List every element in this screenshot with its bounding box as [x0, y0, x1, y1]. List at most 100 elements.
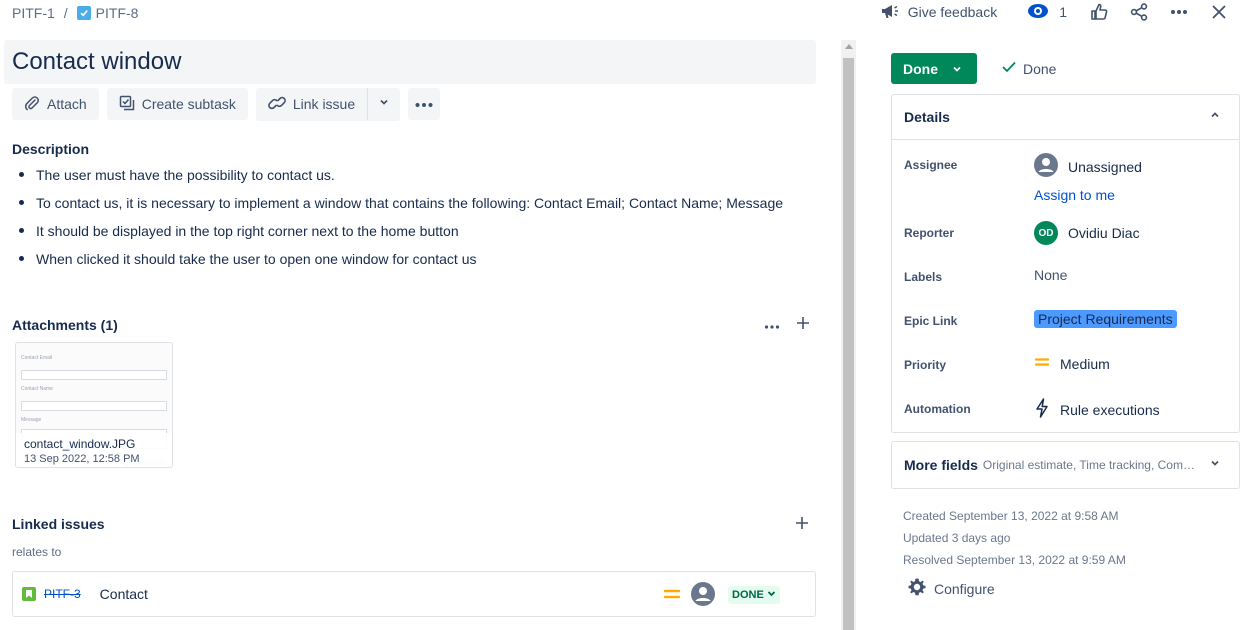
priority-medium-icon	[663, 587, 681, 606]
priority-medium-icon	[1034, 355, 1050, 372]
toolbar-more-button[interactable]	[408, 88, 441, 120]
more-icon	[414, 95, 434, 113]
configure-button[interactable]: Configure	[907, 577, 995, 600]
attachment-filename: contact_window.JPG	[24, 437, 136, 451]
description-item: When clicked it should take the user to …	[18, 248, 783, 276]
attachments-heading: Attachments (1)	[12, 317, 118, 333]
scrollbar[interactable]	[841, 40, 856, 630]
thumbs-up-icon[interactable]	[1089, 2, 1109, 22]
breadcrumb-parent-link[interactable]: PITF-1	[12, 5, 55, 21]
subtask-icon	[119, 95, 135, 114]
avatar-icon	[691, 582, 715, 606]
link-issue-label: Link issue	[292, 96, 356, 112]
linked-issues-heading: Linked issues	[12, 516, 105, 532]
check-icon	[1001, 60, 1017, 77]
details-panel: Details Assignee Unassigned Assign to me…	[891, 94, 1240, 433]
assign-to-me-link[interactable]: Assign to me	[1034, 187, 1115, 203]
reporter-label: Reporter	[904, 226, 955, 240]
description-item: To contact us, it is necessary to implem…	[18, 192, 783, 220]
close-icon[interactable]	[1209, 2, 1229, 22]
epic-link-label: Epic Link	[904, 314, 958, 328]
checkbox-icon	[76, 6, 91, 20]
description-item: The user must have the possibility to co…	[18, 164, 783, 192]
megaphone-icon	[880, 2, 900, 23]
breadcrumb: PITF-1 / PITF-8	[12, 4, 138, 22]
lightning-icon	[1034, 398, 1050, 421]
description-body[interactable]: The user must have the possibility to co…	[18, 164, 783, 276]
gear-icon	[907, 577, 927, 600]
breadcrumb-separator: /	[63, 5, 68, 21]
give-feedback-label: Give feedback	[907, 4, 998, 20]
link-issue-dropdown[interactable]	[368, 88, 400, 120]
eye-icon	[1027, 3, 1049, 22]
link-relation-label: relates to	[12, 545, 62, 559]
epic-lozenge[interactable]: Project Requirements	[1034, 310, 1177, 328]
status-button-label: Done	[903, 60, 938, 77]
resolved-date: Resolved September 13, 2022 at 9:59 AM	[903, 553, 1126, 567]
watchers-count: 1	[1059, 4, 1067, 20]
attach-button[interactable]: Attach	[12, 88, 99, 120]
header-actions: Give feedback 1	[880, 0, 1229, 24]
thumbnail-field-label: Contact Name	[21, 386, 53, 392]
resolution: Done	[1001, 60, 1056, 77]
scrollbar-thumb[interactable]	[843, 58, 854, 630]
attach-label: Attach	[47, 96, 87, 112]
linked-issue-status[interactable]: DONE	[728, 586, 780, 604]
avatar-icon	[1034, 153, 1058, 180]
chevron-down-icon	[378, 95, 390, 113]
story-icon	[22, 587, 36, 601]
plus-icon[interactable]	[796, 316, 810, 335]
thumbnail-field	[21, 401, 167, 411]
assignee-value: Unassigned	[1068, 158, 1142, 175]
issue-title[interactable]: Contact window	[4, 40, 816, 84]
more-fields-heading: More fields	[904, 457, 978, 473]
details-header[interactable]: Details	[892, 95, 1239, 140]
link-issue-button[interactable]: Link issue	[256, 88, 369, 120]
give-feedback-button[interactable]: Give feedback	[880, 2, 998, 23]
chevron-down-icon	[767, 589, 776, 601]
attachments-actions	[764, 316, 810, 335]
assignee-field[interactable]: Unassigned	[1034, 153, 1142, 180]
reporter-field[interactable]: OD Ovidiu Diac	[1034, 221, 1140, 245]
status-button[interactable]: Done	[891, 53, 977, 84]
resolution-label: Done	[1023, 60, 1057, 77]
automation-value: Rule executions	[1060, 401, 1160, 418]
details-heading: Details	[904, 109, 950, 125]
thumbnail-field	[21, 370, 167, 380]
share-icon[interactable]	[1129, 2, 1149, 22]
priority-label: Priority	[904, 358, 947, 372]
watch-button[interactable]: 1	[1027, 3, 1067, 22]
more-fields-panel[interactable]: More fields Original estimate, Time trac…	[891, 441, 1240, 489]
chevron-up-icon	[1209, 108, 1221, 126]
updated-date: Updated 3 days ago	[903, 531, 1011, 545]
assignee-label: Assignee	[904, 158, 958, 172]
reporter-value: Ovidiu Diac	[1068, 225, 1140, 241]
linked-issue-summary[interactable]: Contact	[100, 586, 148, 602]
avatar: OD	[1034, 221, 1058, 245]
issue-title-box[interactable]: Contact window	[4, 40, 816, 84]
plus-icon[interactable]	[795, 516, 809, 535]
scroll-up-arrow[interactable]	[845, 44, 853, 49]
description-heading: Description	[12, 141, 90, 157]
issue-toolbar: Attach Create subtask Link issue	[12, 88, 441, 121]
priority-field[interactable]: Medium	[1034, 355, 1110, 372]
automation-label: Automation	[904, 402, 971, 416]
link-issue-split-button: Link issue	[255, 88, 401, 121]
created-date: Created September 13, 2022 at 9:58 AM	[903, 509, 1119, 523]
linked-issue-row[interactable]: PITF-3 Contact DONE	[12, 571, 816, 617]
linked-issue-key[interactable]: PITF-3	[44, 587, 81, 601]
thumbnail-field-label: Contact Email	[21, 355, 53, 361]
more-icon[interactable]	[1169, 2, 1189, 22]
thumbnail-field-label: Message	[21, 417, 42, 423]
create-subtask-button[interactable]: Create subtask	[106, 88, 248, 120]
labels-value: None	[1034, 267, 1068, 283]
more-icon[interactable]	[764, 317, 780, 335]
attachment-meta: contact_window.JPG 13 Sep 2022, 12:58 PM	[16, 433, 172, 467]
epic-link-field[interactable]: Project Requirements	[1034, 310, 1177, 328]
breadcrumb-issue-link[interactable]: PITF-8	[96, 5, 139, 21]
create-subtask-label: Create subtask	[141, 96, 236, 112]
paperclip-icon	[24, 95, 40, 114]
automation-field[interactable]: Rule executions	[1034, 398, 1160, 421]
labels-field[interactable]: None	[1034, 267, 1067, 283]
attachment-card[interactable]: Contact Email Contact Name Message conta…	[15, 342, 173, 468]
